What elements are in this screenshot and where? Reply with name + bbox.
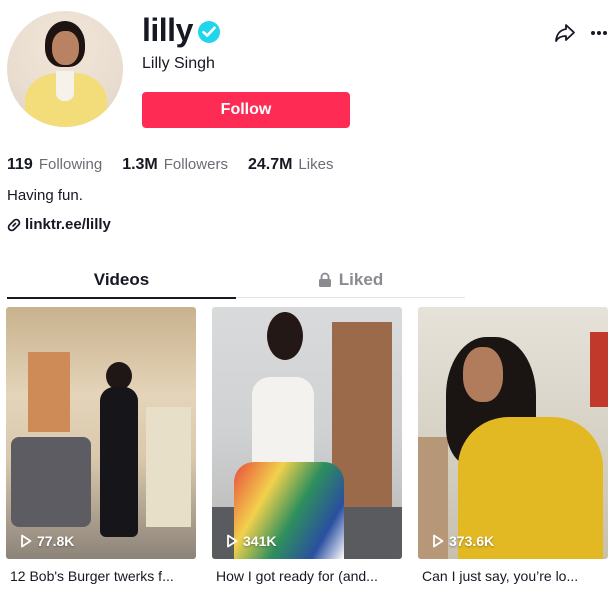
- stat-followers-label: Followers: [163, 156, 228, 173]
- thumbnail-person-head: [267, 312, 303, 360]
- full-name: Lilly Singh: [142, 55, 215, 72]
- more-icon[interactable]: [590, 21, 608, 45]
- video-views-2: 341K: [226, 533, 276, 549]
- tab-liked[interactable]: Liked: [236, 262, 465, 298]
- follow-button[interactable]: Follow: [142, 92, 350, 128]
- video-views-count-3: 373.6K: [449, 533, 495, 549]
- bio-text: Having fun.: [7, 187, 83, 204]
- video-caption-3[interactable]: Can I just say, you’re lo...: [422, 568, 610, 584]
- tab-videos-label: Videos: [93, 270, 150, 289]
- thumbnail-tank-top: [252, 377, 314, 467]
- profile-link-text: linktr.ee/lilly: [25, 216, 111, 233]
- video-thumbnail-1[interactable]: 77.8K: [6, 307, 196, 559]
- link-icon: [7, 218, 21, 231]
- stat-likes-count: 24.7M: [247, 156, 293, 173]
- play-icon: [21, 534, 32, 548]
- video-thumbnail-2[interactable]: 341K: [212, 307, 402, 559]
- stat-likes-label: Likes: [298, 156, 334, 173]
- video-thumbnail-3[interactable]: 373.6K: [418, 307, 608, 559]
- tab-liked-label: Liked: [338, 270, 384, 289]
- thumbnail-cabinet: [146, 407, 191, 527]
- tab-videos[interactable]: Videos: [7, 262, 236, 299]
- profile-stats: 119 Following 1.3M Followers 24.7M Likes: [7, 156, 353, 174]
- verified-badge-icon: [198, 21, 220, 43]
- play-icon: [433, 534, 444, 548]
- video-caption-1[interactable]: 12 Bob's Burger twerks f...: [10, 568, 200, 584]
- avatar-shirt: [56, 71, 74, 101]
- stat-followers-count: 1.3M: [122, 156, 158, 173]
- profile-link[interactable]: linktr.ee/lilly: [7, 216, 111, 233]
- avatar-face: [52, 31, 79, 65]
- username: lilly: [142, 12, 193, 48]
- video-views-count-1: 77.8K: [37, 533, 75, 549]
- avatar[interactable]: [7, 11, 123, 127]
- thumbnail-person-head: [106, 362, 132, 390]
- thumbnail-sofa: [11, 437, 91, 527]
- stat-likes: 24.7M Likes: [248, 156, 334, 174]
- video-views-1: 77.8K: [20, 533, 74, 549]
- play-icon: [227, 534, 238, 548]
- stat-following-label: Following: [38, 156, 103, 173]
- video-views-3: 373.6K: [432, 533, 494, 549]
- stat-followers[interactable]: 1.3M Followers: [122, 156, 228, 174]
- profile-tabs: Videos Liked: [7, 262, 465, 299]
- stat-following[interactable]: 119 Following: [7, 156, 102, 174]
- share-icon[interactable]: [553, 21, 577, 45]
- video-caption-2[interactable]: How I got ready for (and...: [216, 568, 406, 584]
- thumbnail-person-body: [100, 387, 138, 537]
- thumbnail-poster-wall: [28, 352, 70, 432]
- video-views-count-2: 341K: [243, 533, 277, 549]
- stat-following-count: 119: [7, 156, 33, 173]
- thumbnail-person-face: [463, 347, 503, 402]
- thumbnail-frame: [590, 332, 608, 407]
- lock-icon: [318, 272, 331, 287]
